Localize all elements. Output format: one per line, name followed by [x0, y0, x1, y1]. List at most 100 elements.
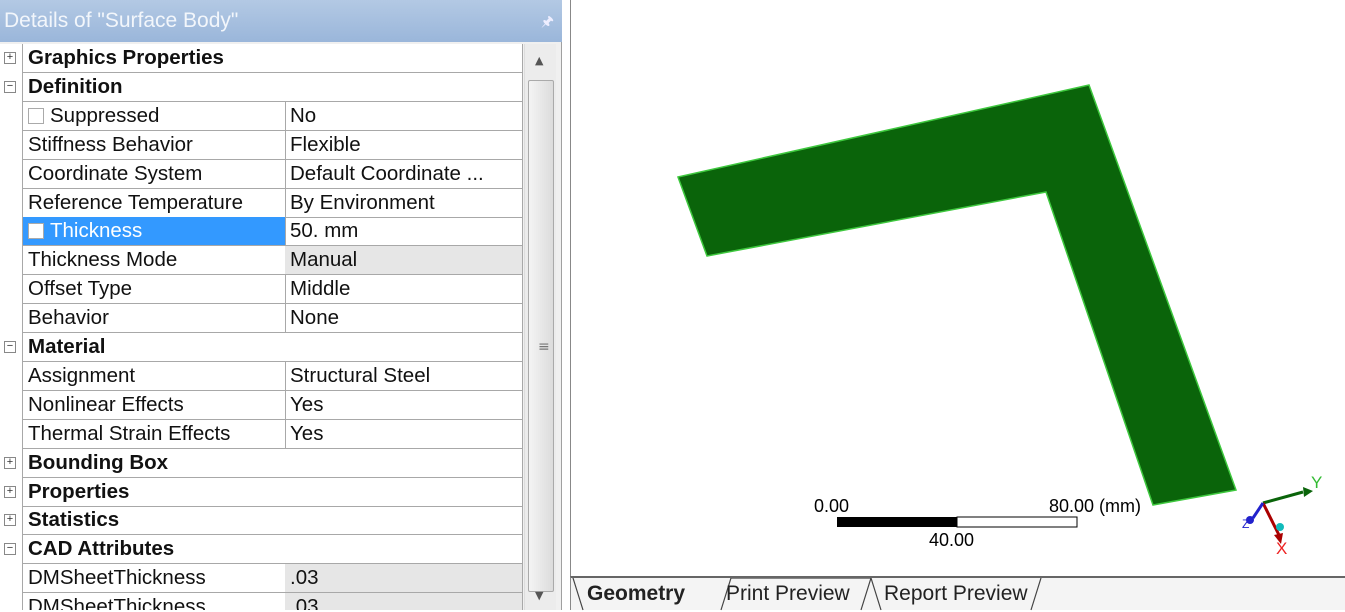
tab-print-preview[interactable]: Print Preview — [726, 578, 850, 610]
triad-x-label: X — [1276, 539, 1287, 558]
label-text: Suppressed — [50, 103, 160, 127]
property-label[interactable]: CAD Attributes — [22, 535, 523, 565]
property-value[interactable]: Structural Steel — [285, 361, 523, 391]
property-row[interactable]: DMSheetThickness .03 — [0, 564, 523, 594]
scale-end-label: 80.00 (mm) — [1049, 496, 1141, 516]
triad-z-label: Z — [1242, 517, 1249, 531]
property-row[interactable]: Assignment Structural Steel — [0, 361, 523, 391]
category-row[interactable]: − Definition — [0, 72, 523, 102]
label-text: Thickness — [50, 219, 143, 243]
scroll-thumb[interactable]: ≡ — [528, 80, 554, 592]
property-value[interactable]: Middle — [285, 275, 523, 305]
category-row[interactable]: − Material — [0, 333, 523, 362]
properties-grid: + Graphics Properties − Definition Suppresse… — [0, 44, 523, 610]
property-value[interactable]: Flexible — [285, 130, 523, 160]
property-label[interactable]: Properties — [22, 477, 523, 507]
property-label[interactable]: DMSheetThickness — [22, 593, 286, 610]
category-row[interactable]: + Graphics Properties — [0, 44, 523, 73]
property-label[interactable]: DMSheetThickness — [22, 564, 286, 594]
property-value: Manual — [285, 246, 523, 276]
property-value[interactable]: None — [285, 304, 523, 334]
property-label[interactable]: Bounding Box — [22, 448, 523, 478]
collapse-icon[interactable]: − — [4, 341, 16, 353]
label-text: DMSheetThickness — [28, 595, 206, 610]
label-text: Offset Type — [28, 277, 133, 301]
label-text: Coordinate System — [28, 161, 203, 185]
property-value[interactable]: No — [285, 101, 523, 131]
property-label[interactable]: Thickness — [22, 217, 286, 247]
checkbox[interactable] — [28, 107, 44, 124]
category-row[interactable]: − CAD Attributes — [0, 535, 523, 565]
label-text: Statistics — [28, 508, 120, 532]
label-text: Bounding Box — [28, 450, 169, 474]
property-value[interactable]: 50. mm — [285, 217, 523, 247]
graphics-viewport[interactable]: 0.00 40.00 80.00 (mm) Y X Z — [570, 0, 1345, 576]
property-label[interactable]: Stiffness Behavior — [22, 130, 286, 160]
property-label[interactable]: Assignment — [22, 361, 286, 391]
expand-icon[interactable]: + — [4, 52, 16, 64]
property-label[interactable]: Thickness Mode — [22, 246, 286, 276]
property-label[interactable]: Graphics Properties — [22, 44, 523, 73]
surface-body-shape[interactable] — [677, 84, 1238, 506]
property-value[interactable]: Yes — [285, 419, 523, 449]
property-label[interactable]: Offset Type — [22, 275, 286, 305]
scale-start-label: 0.00 — [814, 496, 849, 516]
label-text: Thickness Mode — [28, 248, 178, 272]
property-value[interactable]: By Environment — [285, 188, 523, 218]
checkbox[interactable] — [28, 223, 44, 240]
label-text: Behavior — [28, 306, 109, 330]
label-text: Properties — [28, 479, 130, 503]
details-title: Details of "Surface Body" — [4, 9, 239, 32]
property-row[interactable]: Reference Temperature By Environment — [0, 188, 523, 218]
scale-bar-white — [956, 516, 1078, 528]
expand-icon[interactable]: + — [4, 514, 16, 527]
property-row[interactable]: DMSheetThickness .03 — [0, 593, 523, 610]
grip-icon: ≡ — [538, 339, 550, 355]
property-row[interactable]: Stiffness Behavior Flexible — [0, 130, 523, 160]
property-row[interactable]: Behavior None — [0, 304, 523, 334]
property-row[interactable]: Coordinate System Default Coordinate ... — [0, 159, 523, 189]
vertical-scrollbar[interactable]: ▲ ≡ ▼ — [524, 44, 556, 610]
property-label[interactable]: Coordinate System — [22, 159, 286, 189]
label-text: CAD Attributes — [28, 537, 175, 561]
property-row[interactable]: Suppressed No — [0, 101, 523, 131]
property-row[interactable]: Thickness Mode Manual — [0, 246, 523, 276]
property-value[interactable]: Yes — [285, 390, 523, 420]
label-text: Reference Temperature — [28, 190, 243, 214]
property-row[interactable]: Nonlinear Effects Yes — [0, 390, 523, 420]
tab-report-preview[interactable]: Report Preview — [884, 578, 1028, 610]
axis-triad-icon: Y X Z — [1242, 473, 1322, 558]
label-text: Thermal Strain Effects — [28, 421, 231, 445]
property-value: .03 — [285, 564, 523, 594]
tab-geometry[interactable]: Geometry — [587, 578, 685, 610]
triad-y-label: Y — [1311, 473, 1322, 492]
expand-icon[interactable]: + — [4, 485, 16, 498]
property-label[interactable]: Nonlinear Effects — [22, 390, 286, 420]
label-text: Nonlinear Effects — [28, 392, 184, 416]
property-value[interactable]: Default Coordinate ... — [285, 159, 523, 189]
property-label[interactable]: Material — [22, 333, 523, 362]
details-panel: Details of "Surface Body" 🖈 + Graphics Pr… — [0, 0, 562, 610]
property-label[interactable]: Reference Temperature — [22, 188, 286, 218]
category-row[interactable]: + Statistics — [0, 506, 523, 536]
collapse-icon[interactable]: − — [4, 80, 16, 93]
property-row[interactable]: Thickness 50. mm — [0, 217, 523, 247]
pin-icon[interactable]: 🖈 — [541, 0, 554, 42]
expand-icon[interactable]: + — [4, 456, 16, 469]
category-row[interactable]: + Bounding Box — [0, 448, 523, 478]
scroll-up-icon[interactable]: ▲ — [535, 54, 543, 67]
property-label[interactable]: Behavior — [22, 304, 286, 334]
label-text: Material — [28, 335, 106, 358]
property-row[interactable]: Thermal Strain Effects Yes — [0, 419, 523, 449]
scroll-down-icon[interactable]: ▼ — [535, 589, 543, 602]
category-row[interactable]: + Properties — [0, 477, 523, 507]
property-label[interactable]: Statistics — [22, 506, 523, 536]
property-value: .03 — [285, 593, 523, 610]
label-text: DMSheetThickness — [28, 566, 206, 590]
property-label[interactable]: Definition — [22, 72, 523, 102]
property-label[interactable]: Thermal Strain Effects — [22, 419, 286, 449]
label-text: Assignment — [28, 363, 136, 387]
collapse-icon[interactable]: − — [4, 543, 16, 556]
property-label[interactable]: Suppressed — [22, 101, 286, 131]
property-row[interactable]: Offset Type Middle — [0, 275, 523, 305]
